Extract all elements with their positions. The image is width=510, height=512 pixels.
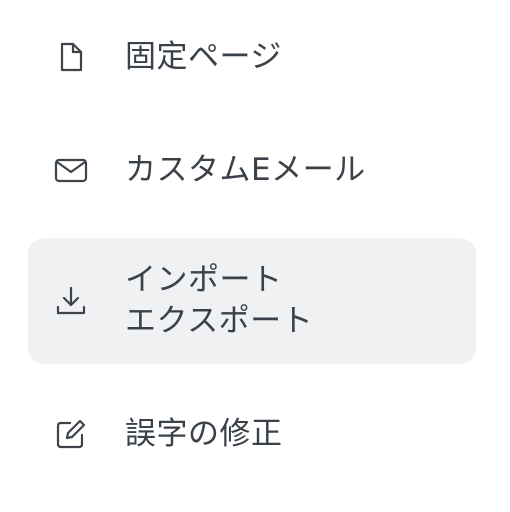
menu-item-label: 誤字の修正 <box>125 415 283 452</box>
mail-icon <box>53 152 89 188</box>
menu-item-typo-correction[interactable]: 誤字の修正 <box>28 402 476 466</box>
menu-item-label: インポート エクスポート <box>125 262 314 339</box>
menu-item-label: カスタムEメール <box>125 151 366 188</box>
menu-item-pages[interactable]: 固定ページ <box>28 25 476 89</box>
menu-item-label: 固定ページ <box>125 38 282 75</box>
menu-item-import-export[interactable]: インポート エクスポート <box>28 238 476 364</box>
menu-item-custom-email[interactable]: カスタムEメール <box>28 138 476 202</box>
page-icon <box>53 39 89 75</box>
download-icon <box>53 283 89 319</box>
edit-icon <box>53 416 89 452</box>
